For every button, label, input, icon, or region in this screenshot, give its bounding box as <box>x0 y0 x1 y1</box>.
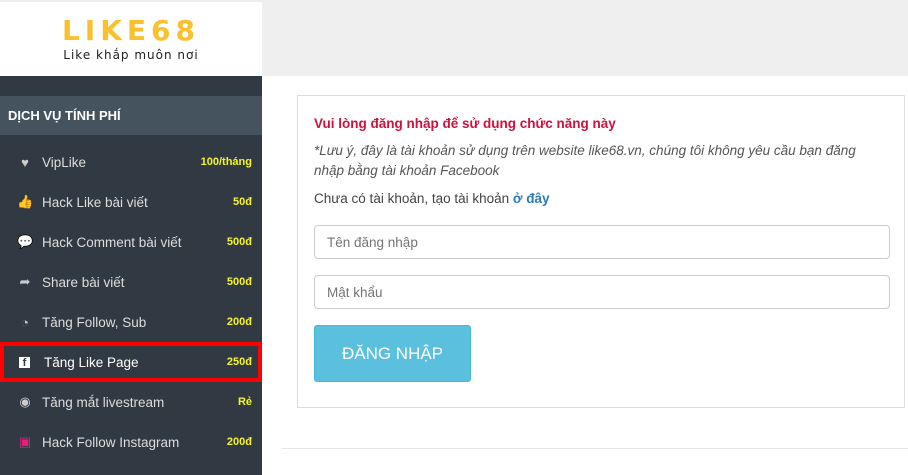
rss-icon: ◔ <box>21 314 29 330</box>
sidebar-item-label: Hack Comment bài viết <box>42 234 182 250</box>
sidebar-item[interactable]: 👍 Hack Like bài viết 50đ <box>0 182 262 222</box>
sidebar-item[interactable]: ➦ Share bài viết 500đ <box>0 262 262 302</box>
register-link[interactable]: ở đây <box>513 191 550 206</box>
login-card: Vui lòng đăng nhập để sử dụng chức năng … <box>297 95 905 408</box>
logo[interactable]: LIKE68 Like khắp muôn nơi <box>0 0 262 76</box>
heart-icon: ♥ <box>21 154 29 170</box>
sidebar-item-price: 250đ <box>226 356 252 368</box>
sidebar-item[interactable]: ◉ Tăng mắt livestream Rẻ <box>0 382 262 422</box>
sidebar-item-label: Tăng Like Page <box>44 354 139 370</box>
service-menu: ♥ VipLike 100/tháng 👍 Hack Like bài viết 50đ 💬… <box>0 142 262 462</box>
divider <box>282 448 908 449</box>
facebook-icon: f <box>19 356 30 369</box>
sidebar-item-label: Hack Follow Instagram <box>42 434 180 450</box>
sidebar-item-price: Rẻ <box>237 396 252 408</box>
section-title: DỊCH VỤ TÍNH PHÍ <box>0 96 262 135</box>
top-bar <box>262 0 908 76</box>
sidebar-item-label: Share bài viết <box>42 274 125 290</box>
login-warning: Vui lòng đăng nhập để sử dụng chức năng … <box>314 116 616 131</box>
share-icon: ➦ <box>19 274 31 289</box>
sidebar-item-label: VipLike <box>42 154 87 170</box>
register-text: Chưa có tài khoản, tạo tài khoản <box>314 191 513 206</box>
sidebar-item[interactable]: f Tăng Like Page 250đ <box>0 342 262 382</box>
password-input[interactable] <box>314 275 890 309</box>
logo-brand: LIKE68 <box>61 14 201 47</box>
instagram-icon: ▣ <box>18 434 32 449</box>
sidebar-item[interactable]: 💬 Hack Comment bài viết 500đ <box>0 222 262 262</box>
sidebar-item-price: 500đ <box>226 276 252 288</box>
comment-icon: 💬 <box>17 234 34 249</box>
login-button[interactable]: ĐĂNG NHẬP <box>314 325 471 382</box>
sidebar-item-label: Hack Like bài viết <box>42 194 148 210</box>
sidebar-item-price: 500đ <box>226 236 252 248</box>
sidebar-item-price: 50đ <box>233 196 252 208</box>
sidebar: LIKE68 Like khắp muôn nơi DỊCH VỤ TÍNH P… <box>0 0 262 475</box>
sidebar-item-price: 100/tháng <box>200 156 252 168</box>
eye-icon: ◉ <box>19 394 31 409</box>
sidebar-item[interactable]: ♥ VipLike 100/tháng <box>0 142 262 182</box>
sidebar-item-label: Tăng mắt livestream <box>42 394 165 410</box>
thumbs-up-icon: 👍 <box>17 194 34 209</box>
sidebar-item-price: 200đ <box>226 436 252 448</box>
sidebar-item[interactable]: ▣ Hack Follow Instagram 200đ <box>0 422 262 462</box>
username-input[interactable] <box>314 225 890 259</box>
register-prompt: Chưa có tài khoản, tạo tài khoản ở đây <box>314 191 888 206</box>
login-note: *Lưu ý, đây là tài khoản sử dụng trên we… <box>314 143 856 178</box>
sidebar-item-label: Tăng Follow, Sub <box>42 314 147 330</box>
logo-tagline: Like khắp muôn nơi <box>63 48 199 62</box>
sidebar-item[interactable]: ◔ Tăng Follow, Sub 200đ <box>0 302 262 342</box>
sidebar-item-price: 200đ <box>226 316 252 328</box>
